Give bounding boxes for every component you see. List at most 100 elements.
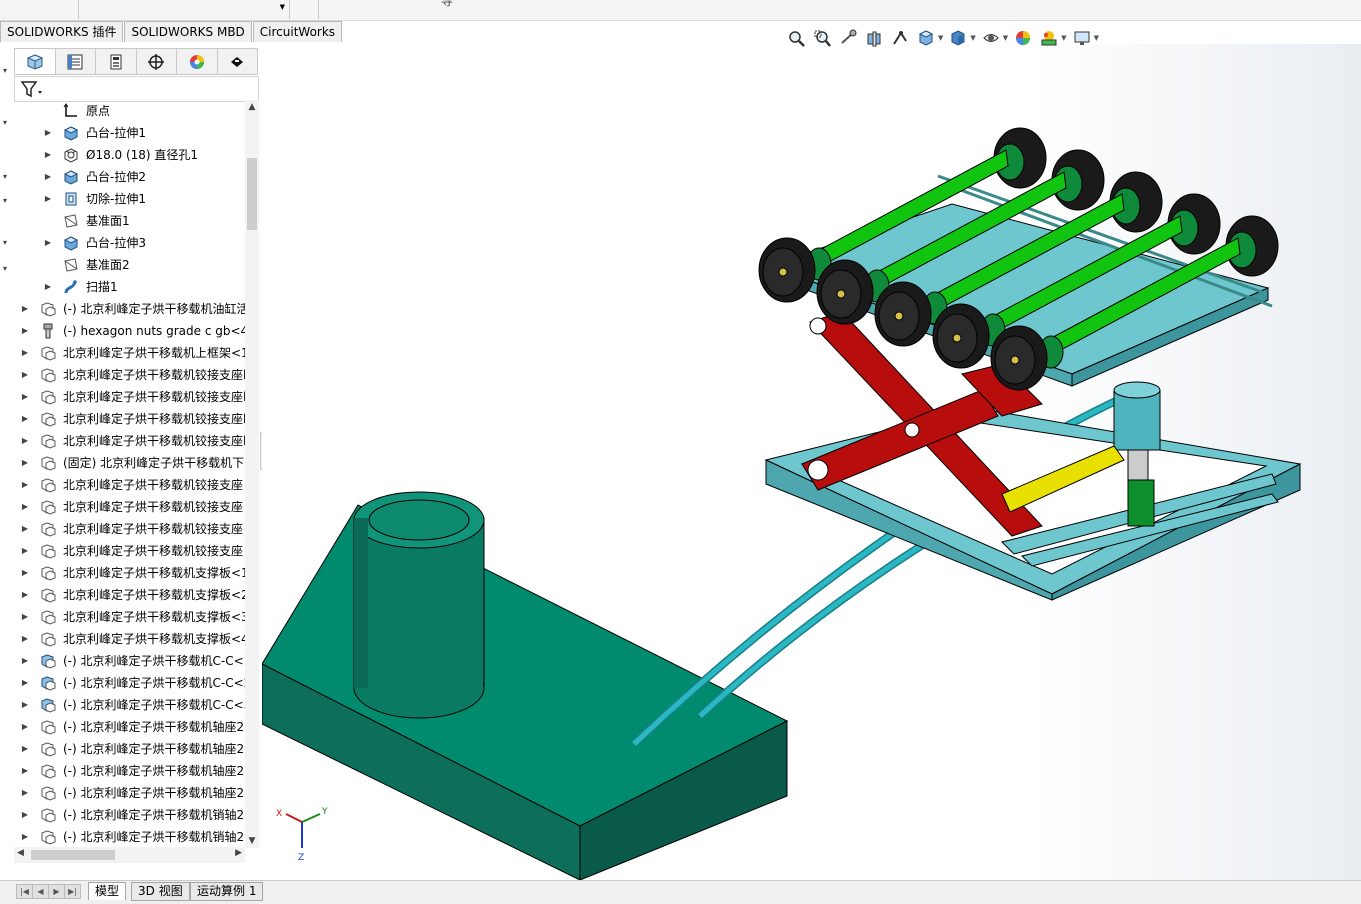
tree-item[interactable]: ▶ (-) 北京利峰定子烘干移载机轴座2 <box>14 738 245 760</box>
expand-arrow-icon[interactable]: ▶ <box>20 342 30 364</box>
tree-item[interactable]: ▶ 凸台-拉伸1 <box>14 122 245 144</box>
expand-arrow-icon[interactable]: ▶ <box>20 760 30 782</box>
tree-item[interactable]: ▶ 北京利峰定子烘干移载机支撑板<1 <box>14 562 245 584</box>
expand-arrow-icon[interactable]: ▶ <box>43 276 53 298</box>
expand-arrow-icon[interactable]: ▶ <box>20 386 30 408</box>
chevron-down-icon[interactable]: ▼ <box>938 34 943 42</box>
tree-item[interactable]: ▶ 北京利峰定子烘干移载机上框架<1 <box>14 342 245 364</box>
tab-model[interactable]: 模型 <box>88 882 127 900</box>
tree-item[interactable]: ▶ 北京利峰定子烘干移载机支撑板<4 <box>14 628 245 650</box>
tree-filter-bar[interactable] <box>14 76 259 102</box>
chevron-down-icon[interactable]: ▼ <box>1061 34 1066 42</box>
collapse-arrow-icon[interactable]: ▾ <box>3 118 7 127</box>
scrollbar-thumb[interactable] <box>247 158 257 230</box>
expand-arrow-icon[interactable]: ▶ <box>20 716 30 738</box>
tab-solidworks-addins[interactable]: SOLIDWORKS 插件 <box>0 21 124 42</box>
zoom-to-fit-button[interactable] <box>785 27 807 49</box>
expand-arrow-icon[interactable]: ▶ <box>20 606 30 628</box>
tree-item[interactable]: ▶ (-) 北京利峰定子烘干移载机轴座2 <box>14 760 245 782</box>
chevron-down-icon[interactable]: ▼ <box>970 34 975 42</box>
view-orientation-button[interactable] <box>915 27 937 49</box>
tree-item[interactable]: ▶ 北京利峰定子烘干移载机铰接支座 <box>14 496 245 518</box>
view-settings-button[interactable] <box>1071 27 1093 49</box>
expand-arrow-icon[interactable]: ▶ <box>20 694 30 716</box>
expand-arrow-icon[interactable]: ▶ <box>20 474 30 496</box>
expand-arrow-icon[interactable]: ▶ <box>20 408 30 430</box>
expand-arrow-icon[interactable]: ▶ <box>20 650 30 672</box>
tree-item[interactable]: ▶ 凸台-拉伸3 <box>14 232 245 254</box>
tree-item[interactable]: ▶ (-) 北京利峰定子烘干移载机销轴2 <box>14 826 245 848</box>
expand-arrow-icon[interactable]: ▶ <box>20 672 30 694</box>
collapse-arrow-icon[interactable]: ▾ <box>3 264 7 273</box>
expand-arrow-icon[interactable]: ▶ <box>20 452 30 474</box>
tree-item[interactable]: ▶ (-) 北京利峰定子烘干移载机轴座2 <box>14 716 245 738</box>
expand-arrow-icon[interactable]: ▶ <box>20 562 30 584</box>
chevron-down-icon[interactable]: ▼ <box>1003 34 1008 42</box>
cylinder-tank[interactable] <box>353 491 485 719</box>
expand-arrow-icon[interactable]: ▶ <box>20 496 30 518</box>
featuremanager-tab[interactable] <box>15 49 56 74</box>
tab-3d-views[interactable]: 3D 视图 <box>131 882 190 901</box>
expand-arrow-icon[interactable]: ▶ <box>43 232 53 254</box>
tree-item[interactable]: ▶ (-) hexagon nuts grade c gb<4 <box>14 320 245 342</box>
tree-item[interactable]: ▶ (-) 北京利峰定子烘干移载机销轴2 <box>14 804 245 826</box>
tree-item[interactable]: ▶ 扫描1 <box>14 276 245 298</box>
collapse-arrow-icon[interactable]: ▾ <box>3 66 7 75</box>
previous-tab-icon[interactable]: ◀ <box>32 884 49 899</box>
tree-item[interactable]: ▶ (-) 北京利峰定子烘干移载机C-C<2 <box>14 672 245 694</box>
tree-item[interactable]: ▶ Ø18.0 (18) 直径孔1 <box>14 144 245 166</box>
first-tab-icon[interactable]: |◀ <box>16 884 33 899</box>
collapse-arrow-icon[interactable]: ▾ <box>3 196 7 205</box>
tree-item[interactable]: ▶ 北京利峰定子烘干移载机铰接支座 <box>14 474 245 496</box>
filter-icon[interactable] <box>19 78 45 100</box>
top-strip-cell[interactable]: ▼ <box>79 0 290 19</box>
previous-view-button[interactable] <box>837 27 859 49</box>
tree-item[interactable]: ▶ (-) 北京利峰定子烘干移载机C-C<1 <box>14 650 245 672</box>
next-tab-icon[interactable]: ▶ <box>48 884 65 899</box>
scrollbar-thumb[interactable] <box>31 850 115 860</box>
expand-arrow-icon[interactable]: ▶ <box>20 826 30 848</box>
tree-item[interactable]: ▶ 北京利峰定子烘干移载机铰接支座 <box>14 540 245 562</box>
expand-arrow-icon[interactable]: ▶ <box>20 298 30 320</box>
expand-arrow-icon[interactable]: ▶ <box>20 628 30 650</box>
display-style-button[interactable] <box>947 27 969 49</box>
tree-item[interactable]: ▶ 北京利峰定子烘干移载机铰接支座 <box>14 518 245 540</box>
tab-circuitworks[interactable]: CircuitWorks <box>252 21 343 42</box>
apply-scene-button[interactable] <box>1038 27 1060 49</box>
scroll-down-icon[interactable]: ▼ <box>245 836 259 846</box>
tree-item[interactable]: ▶ (固定) 北京利峰定子烘干移载机下 <box>14 452 245 474</box>
tree-item[interactable]: ▶ 北京利峰定子烘干移载机铰接支座l <box>14 364 245 386</box>
expand-arrow-icon[interactable]: ▶ <box>20 584 30 606</box>
displaymanager-tab[interactable] <box>177 49 218 74</box>
expand-arrow-icon[interactable]: ▶ <box>20 804 30 826</box>
propertymanager-tab[interactable] <box>56 49 96 74</box>
expand-arrow-icon[interactable]: ▶ <box>43 144 53 166</box>
scroll-right-icon[interactable]: ▶ <box>235 848 242 858</box>
hide-show-items-button[interactable] <box>980 27 1002 49</box>
expand-arrow-icon[interactable]: ▶ <box>20 738 30 760</box>
model-scene[interactable]: X Y Z <box>262 44 1361 880</box>
tree-item[interactable]: ▶ (-) 北京利峰定子烘干移载机C-C<3 <box>14 694 245 716</box>
last-tab-icon[interactable]: ▶| <box>64 884 81 899</box>
collapse-arrow-icon[interactable]: ▾ <box>3 172 7 181</box>
expand-arrow-icon[interactable]: ▶ <box>20 518 30 540</box>
section-view-button[interactable] <box>863 27 885 49</box>
tree-item[interactable]: ▶ 北京利峰定子烘干移载机支撑板<2 <box>14 584 245 606</box>
collapse-arrow-icon[interactable]: ▾ <box>3 238 7 247</box>
dynamic-annotation-button[interactable] <box>889 27 911 49</box>
tree-item[interactable]: ▶ 北京利峰定子烘干移载机铰接支座l <box>14 430 245 452</box>
cam-tab[interactable] <box>218 49 258 74</box>
tree-item[interactable]: ▶ (-) 北京利峰定子烘干移载机轴座2 <box>14 782 245 804</box>
scroll-left-icon[interactable]: ◀ <box>17 848 24 858</box>
tree-horizontal-scrollbar[interactable]: ◀ ▶ <box>14 847 245 863</box>
tree-item[interactable]: ▶ 北京利峰定子烘干移载机铰接支座l <box>14 408 245 430</box>
tab-solidworks-mbd[interactable]: SOLIDWORKS MBD <box>124 21 252 42</box>
expand-arrow-icon[interactable]: ▶ <box>20 430 30 452</box>
expand-arrow-icon[interactable]: ▶ <box>20 540 30 562</box>
tree-item[interactable]: ▶ 凸台-拉伸2 <box>14 166 245 188</box>
tree-item[interactable]: ▶ 北京利峰定子烘干移载机铰接支座l <box>14 386 245 408</box>
zoom-to-area-button[interactable] <box>811 27 833 49</box>
dimxpertmanager-tab[interactable] <box>137 49 177 74</box>
edit-appearance-button[interactable] <box>1012 27 1034 49</box>
tree-item[interactable]: ▶ 切除-拉伸1 <box>14 188 245 210</box>
